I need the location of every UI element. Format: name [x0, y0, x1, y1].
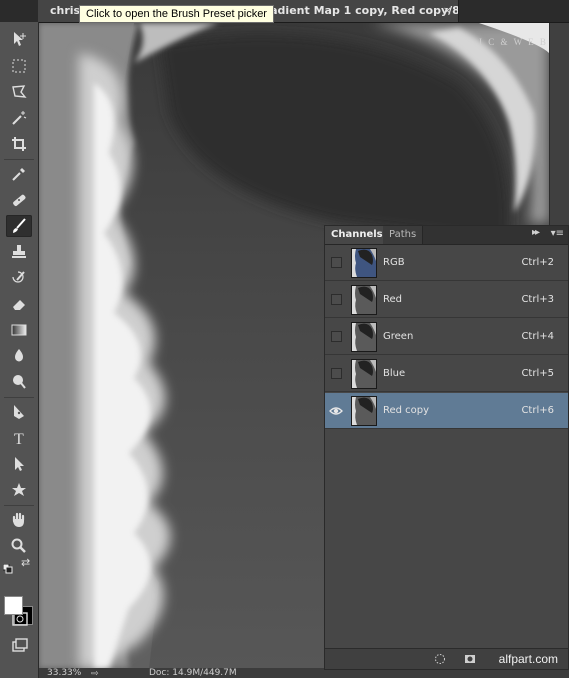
channel-shortcut: Ctrl+5 [521, 368, 554, 379]
channel-row[interactable]: Red Ctrl+3 [325, 282, 568, 318]
channel-row[interactable]: Blue Ctrl+5 [325, 356, 568, 392]
dodge-icon[interactable] [6, 371, 32, 393]
channel-name: Blue [383, 368, 406, 379]
channel-row[interactable]: Green Ctrl+4 [325, 319, 568, 355]
channel-shortcut: Ctrl+3 [521, 294, 554, 305]
history-brush-icon[interactable] [6, 267, 32, 289]
brush-preset-tooltip: Click to open the Brush Preset picker [79, 5, 274, 23]
gradient-icon[interactable] [6, 319, 32, 341]
visibility-toggle[interactable] [331, 331, 342, 342]
tools-panel: T ⇄ [0, 22, 39, 678]
panel-menu-icon[interactable]: ▾≡ [551, 228, 564, 239]
channel-row[interactable]: RGB Ctrl+2 [325, 245, 568, 281]
panel-footer: alfpart.com [325, 648, 568, 669]
default-colors-icon[interactable] [2, 559, 13, 574]
channel-thumbnail [351, 248, 377, 278]
crop-icon[interactable] [6, 133, 32, 155]
brush-icon[interactable] [6, 215, 32, 237]
visibility-toggle[interactable] [331, 368, 342, 379]
eyedropper-icon[interactable] [6, 163, 32, 185]
eye-icon[interactable] [329, 404, 343, 418]
channel-thumbnail [351, 396, 377, 426]
type-icon[interactable]: T [6, 427, 32, 449]
save-selection-icon[interactable] [463, 652, 477, 666]
doc-size[interactable]: Doc: 14.9M/449.7M [149, 668, 237, 678]
blur-icon[interactable] [6, 345, 32, 367]
stamp-icon[interactable] [6, 241, 32, 263]
visibility-toggle[interactable] [331, 294, 342, 305]
visibility-toggle[interactable] [331, 257, 342, 268]
channel-shortcut: Ctrl+4 [521, 331, 554, 342]
channel-name: Green [383, 331, 414, 342]
collapse-panel-icon[interactable]: ▸▸ [532, 227, 540, 238]
load-selection-icon[interactable] [433, 652, 447, 666]
site-watermark: alfpart.com [498, 652, 558, 666]
rect-marquee-icon[interactable] [6, 55, 32, 77]
channels-panel: Channels Paths ▸▸ ▾≡ RGB Ctrl+2 Red Ctrl+3 G… [324, 225, 569, 670]
move-icon[interactable] [6, 28, 32, 50]
tab-channels[interactable]: Channels [325, 226, 390, 244]
channel-name: RGB [383, 257, 405, 268]
channel-name: Red [383, 294, 402, 305]
svg-text:T: T [14, 431, 24, 447]
pen-icon[interactable] [6, 401, 32, 423]
channel-shortcut: Ctrl+2 [521, 257, 554, 268]
eraser-icon[interactable] [6, 293, 32, 315]
close-tab-icon[interactable]: × [443, 0, 452, 22]
channel-thumbnail [351, 285, 377, 315]
channel-name: Red copy [383, 405, 430, 416]
channel-thumbnail [351, 322, 377, 352]
zoom-icon[interactable] [6, 535, 32, 557]
hand-icon[interactable] [6, 509, 32, 531]
status-share-icon[interactable]: ⇨ [91, 668, 99, 678]
arrow-icon[interactable] [6, 453, 32, 475]
panel-tab-bar: Channels Paths ▸▸ ▾≡ [325, 226, 568, 245]
screen-mode-icon[interactable] [7, 635, 33, 657]
magic-wand-icon[interactable] [6, 107, 32, 129]
tab-paths[interactable]: Paths [383, 226, 424, 244]
shape-icon[interactable] [6, 479, 32, 501]
channel-shortcut: Ctrl+6 [521, 405, 554, 416]
canvas-watermark-text: I C & W E B [479, 37, 548, 47]
channel-thumbnail [351, 359, 377, 389]
bandage-icon[interactable] [6, 189, 32, 211]
foreground-color-swatch[interactable] [4, 596, 23, 615]
channel-row[interactable]: Red copy Ctrl+6 [325, 393, 568, 429]
zoom-level[interactable]: 33.33% [47, 668, 81, 678]
swap-colors-icon[interactable]: ⇄ [21, 557, 33, 569]
polygonal-lasso-icon[interactable] [6, 81, 32, 103]
